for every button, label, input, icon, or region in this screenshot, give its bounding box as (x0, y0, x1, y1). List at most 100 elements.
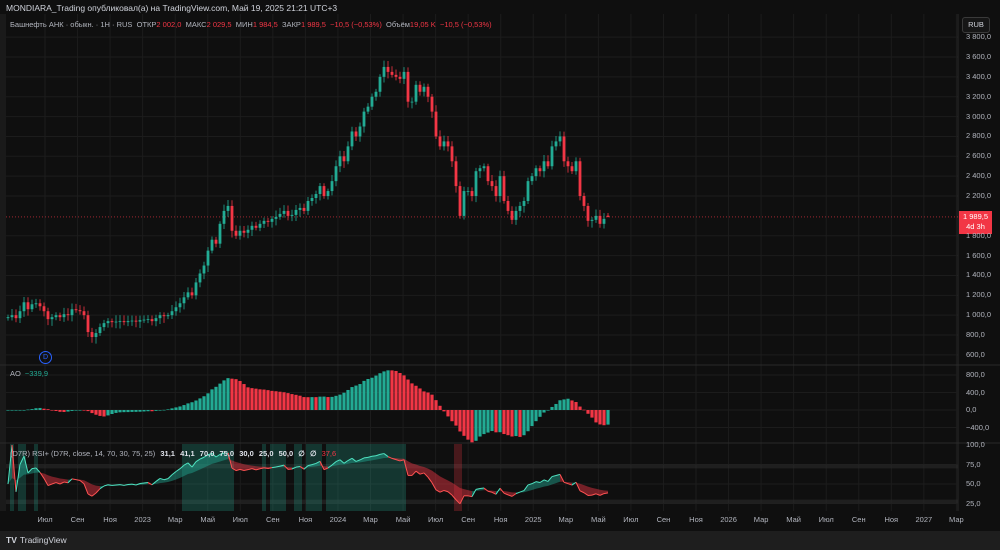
currency-button[interactable]: RUB (962, 17, 990, 33)
rsi-line (363, 456, 369, 459)
close-label: ЗАКР (282, 20, 301, 29)
time-axis-label: Сен (265, 515, 280, 524)
ao-histogram-bar (330, 396, 334, 410)
candle-body (18, 311, 22, 319)
ao-histogram-bar (590, 410, 594, 418)
ao-histogram-bar (518, 410, 522, 437)
rsi-overbought-zone (370, 444, 374, 511)
ao-histogram-bar (286, 393, 290, 410)
price-axis-label: 2 600,0 (966, 151, 992, 161)
candle-body (30, 304, 34, 310)
candle-body (474, 171, 478, 197)
rsi-value: ∅ (309, 449, 317, 458)
candle-body (250, 225, 254, 230)
price-axis-label: 2 400,0 (966, 171, 992, 181)
publisher-line: MONDIARA_Trading опубликовал(а) на Tradi… (6, 3, 338, 13)
ao-histogram-bar (106, 410, 110, 416)
ao-histogram-bar (418, 388, 422, 410)
time-axis-label: Мар (167, 515, 183, 524)
rsi-axis-label: 75,0 (966, 459, 981, 469)
candle-body (230, 205, 234, 231)
ao-histogram-bar (38, 407, 42, 410)
candle-body (566, 161, 570, 167)
rsi-value: 75,0 (219, 449, 235, 458)
rsi-label: (D7R) RSI+ (D7R, close, 14, 70, 30, 75, … (10, 449, 156, 458)
dividend-marker-icon[interactable]: D (39, 351, 52, 364)
candle-body (446, 141, 450, 147)
candle-body (198, 273, 202, 283)
ao-histogram-bar (574, 402, 578, 410)
high-label: МАКС (185, 20, 207, 29)
ao-histogram-bar (414, 385, 418, 410)
candle-body (114, 321, 118, 323)
symbol-legend: Башнефть АНК · обыкн. · 1Н · RUS ОТКР2 0… (10, 20, 492, 29)
candle-body (478, 168, 482, 172)
ao-histogram-bar (190, 402, 194, 410)
time-axis-label: Июл (623, 515, 639, 524)
candle-body (430, 96, 434, 112)
ao-histogram-bar (310, 397, 314, 410)
ao-histogram-bar (66, 410, 70, 412)
ao-histogram-bar (346, 389, 350, 410)
rsi-line (107, 484, 113, 486)
candle-body (534, 168, 538, 177)
tradingview-logo-icon: TV (6, 535, 17, 545)
price-axis-label: 3 800,0 (966, 32, 992, 42)
open-label: ОТКР (136, 20, 157, 29)
rsi-fill (444, 478, 448, 492)
candle-body (238, 230, 242, 236)
time-axis-label: Июл (427, 515, 444, 524)
candle-body (406, 71, 410, 102)
price-axis-label: 3 000,0 (966, 111, 992, 121)
ao-histogram-bar (398, 373, 402, 410)
tradingview-brand[interactable]: TV TradingView (6, 535, 67, 545)
ao-histogram-bar (22, 410, 26, 411)
candle-body (586, 205, 590, 221)
candle-body (570, 166, 574, 172)
rsi-value: ∅ (298, 449, 305, 458)
symbol-name[interactable]: Башнефть АНК · обыкн. · 1Н · RUS (10, 20, 132, 29)
price-axis-label: 2 800,0 (966, 131, 992, 141)
ao-histogram-bar (134, 410, 138, 412)
time-axis-label: Июл (818, 515, 834, 524)
rsi-fill (436, 473, 440, 493)
candle-body (10, 315, 14, 318)
ao-legend[interactable]: AO −339,9 (10, 369, 48, 378)
rsi-axis-label: 100,0 (966, 440, 985, 449)
rsi-value: 70,0 (199, 449, 215, 458)
price-axis-label: 3 200,0 (966, 91, 992, 101)
candle-body (410, 101, 414, 103)
candle-body (606, 215, 610, 217)
ao-histogram-bar (446, 410, 450, 417)
candle-body (118, 321, 122, 322)
ao-histogram-bar (246, 387, 250, 410)
candle-body (598, 215, 602, 224)
candle-body (522, 200, 526, 206)
ao-histogram-bar (46, 409, 50, 410)
candle-body (14, 315, 18, 319)
time-axis-label: Июл (232, 515, 248, 524)
ao-histogram-bar (578, 406, 582, 410)
time-axis-label: 2023 (134, 515, 151, 524)
ao-histogram-bar (490, 410, 494, 432)
rsi-line (371, 455, 377, 457)
candle-body (142, 319, 146, 321)
rsi-legend[interactable]: (D7R) RSI+ (D7R, close, 14, 70, 30, 75, … (10, 449, 336, 458)
candle-body (374, 91, 378, 97)
candle-body (458, 186, 462, 216)
change-value: −10,5 (−0,53%) (330, 20, 382, 29)
candle-body (438, 136, 442, 147)
ao-histogram-bar (298, 395, 302, 410)
time-axis-label: Май (395, 515, 411, 524)
candle-body (542, 161, 546, 172)
ao-histogram-bar (570, 400, 574, 410)
time-axis-label: Мар (949, 515, 964, 524)
rsi-overbought-zone (346, 444, 350, 511)
ao-histogram-bar (498, 410, 502, 433)
ao-histogram-bar (242, 384, 246, 410)
ao-histogram-bar (282, 392, 286, 410)
ao-histogram-bar (326, 397, 330, 410)
ao-histogram-bar (554, 403, 558, 410)
candle-body (530, 176, 534, 182)
ao-histogram-bar (586, 410, 590, 414)
